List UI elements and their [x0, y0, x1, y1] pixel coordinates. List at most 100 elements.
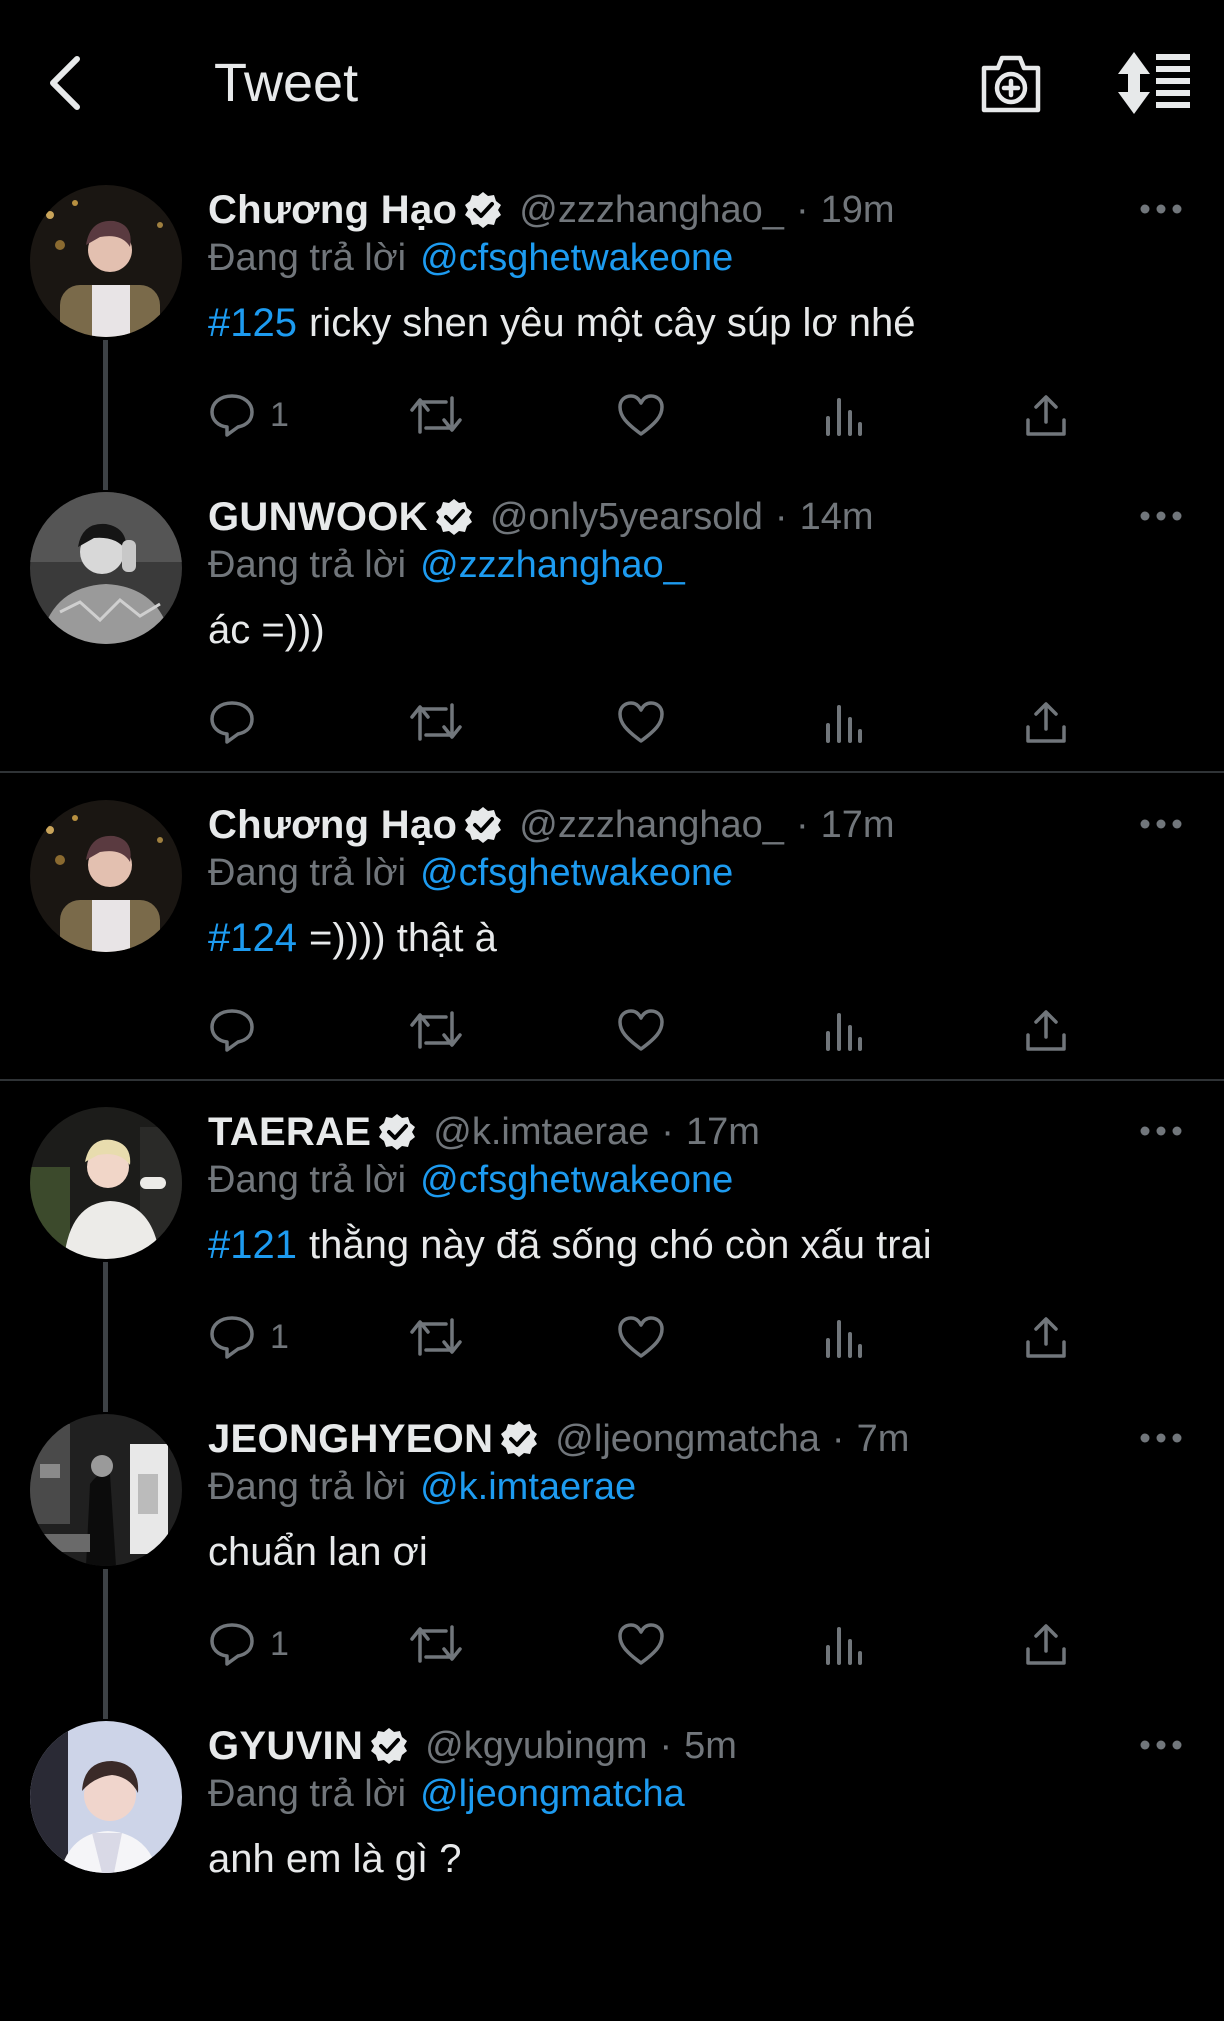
- more-button[interactable]: [1136, 189, 1186, 229]
- avatar[interactable]: [30, 1721, 182, 1873]
- back-button[interactable]: [40, 48, 90, 118]
- timestamp[interactable]: 17m: [686, 1111, 760, 1154]
- timestamp[interactable]: 14m: [800, 496, 874, 539]
- reply-button[interactable]: 1: [208, 385, 289, 445]
- tweet[interactable]: JEONGHYEON @ljeongmatcha · 7m Đang trả l…: [0, 1414, 1224, 1714]
- display-name[interactable]: TAERAE: [208, 1110, 371, 1155]
- reply-count: 1: [270, 1624, 289, 1663]
- reply-to-link[interactable]: @ljeongmatcha: [420, 1773, 685, 1816]
- views-button[interactable]: [822, 1307, 866, 1367]
- avatar[interactable]: [30, 1107, 182, 1259]
- tweet-text: ác =))): [208, 607, 325, 652]
- timestamp[interactable]: 5m: [684, 1725, 737, 1768]
- user-handle[interactable]: @k.imtaerae: [433, 1111, 649, 1154]
- tweet-text: =)))) thật à: [308, 915, 497, 960]
- user-handle[interactable]: @ljeongmatcha: [555, 1418, 820, 1461]
- display-name[interactable]: Chương Hạo: [208, 803, 457, 848]
- more-button[interactable]: [1136, 1725, 1186, 1765]
- share-button[interactable]: [1024, 692, 1068, 752]
- tweet[interactable]: Chương Hạo @zzzhanghao_ · 19m Đang trả l…: [0, 185, 1224, 485]
- reply-to-link[interactable]: @k.imtaerae: [420, 1466, 636, 1509]
- like-button[interactable]: [616, 692, 666, 752]
- verified-badge-icon: [465, 807, 502, 843]
- separator-dot: ·: [774, 495, 788, 538]
- sort-button[interactable]: [1114, 50, 1192, 116]
- retweet-button[interactable]: [408, 385, 464, 445]
- verified-badge-icon: [501, 1421, 538, 1457]
- views-icon: [822, 1621, 866, 1667]
- share-button[interactable]: [1024, 385, 1068, 445]
- reply-to-link[interactable]: @cfsghetwakeone: [420, 1159, 733, 1202]
- user-handle[interactable]: @kgyubingm: [425, 1725, 647, 1768]
- heart-icon: [616, 392, 666, 438]
- tweet[interactable]: TAERAE @k.imtaerae · 17m Đang trả lời @c…: [0, 1107, 1224, 1407]
- retweet-button[interactable]: [408, 1000, 464, 1060]
- tweet[interactable]: GYUVIN @kgyubingm · 5m Đang trả lời @lje…: [0, 1721, 1224, 2021]
- user-handle[interactable]: @zzzhanghao_: [519, 189, 784, 232]
- views-button[interactable]: [822, 1000, 866, 1060]
- display-name[interactable]: JEONGHYEON: [208, 1417, 493, 1462]
- hashtag-link[interactable]: #121: [208, 1223, 297, 1268]
- retweet-icon: [408, 1621, 464, 1667]
- user-handle[interactable]: @only5yearsold: [490, 496, 763, 539]
- views-icon: [822, 1007, 866, 1053]
- reply-button[interactable]: 1: [208, 1307, 289, 1367]
- tweet[interactable]: GUNWOOK @only5yearsold · 14m Đang trả lờ…: [0, 492, 1224, 773]
- retweet-button[interactable]: [408, 1307, 464, 1367]
- hashtag-link[interactable]: #125: [208, 301, 297, 346]
- timestamp[interactable]: 7m: [857, 1418, 910, 1461]
- avatar[interactable]: [30, 492, 182, 644]
- reply-to-link[interactable]: @cfsghetwakeone: [420, 237, 733, 280]
- tweet-header: Chương Hạo @zzzhanghao_ · 19m: [208, 185, 895, 235]
- timestamp[interactable]: 19m: [821, 189, 895, 232]
- share-button[interactable]: [1024, 1614, 1068, 1674]
- more-dots-icon: [1136, 1740, 1186, 1769]
- avatar[interactable]: [30, 800, 182, 952]
- views-button[interactable]: [822, 385, 866, 445]
- share-icon: [1024, 699, 1068, 745]
- reply-to-link[interactable]: @zzzhanghao_: [420, 544, 685, 587]
- views-button[interactable]: [822, 692, 866, 752]
- reply-button[interactable]: [208, 692, 256, 752]
- tweet-header: Chương Hạo @zzzhanghao_ · 17m: [208, 800, 895, 850]
- like-button[interactable]: [616, 1307, 666, 1367]
- heart-icon: [616, 1621, 666, 1667]
- tweet[interactable]: Chương Hạo @zzzhanghao_ · 17m Đang trả l…: [0, 800, 1224, 1081]
- camera-plus-icon: [981, 55, 1041, 113]
- reply-button[interactable]: [208, 1000, 256, 1060]
- share-icon: [1024, 1621, 1068, 1667]
- avatar[interactable]: [30, 1414, 182, 1566]
- camera-button[interactable]: [978, 50, 1044, 116]
- reply-context: Đang trả lời @k.imtaerae: [208, 1462, 636, 1512]
- reply-prefix: Đang trả lời: [208, 1465, 407, 1508]
- avatar[interactable]: [30, 185, 182, 337]
- more-button[interactable]: [1136, 496, 1186, 536]
- reply-prefix: Đang trả lời: [208, 543, 407, 586]
- reply-to-link[interactable]: @cfsghetwakeone: [420, 852, 733, 895]
- display-name[interactable]: Chương Hạo: [208, 188, 457, 233]
- separator-dot: ·: [795, 803, 809, 846]
- reply-button[interactable]: 1: [208, 1614, 289, 1674]
- like-button[interactable]: [616, 1614, 666, 1674]
- timestamp[interactable]: 17m: [821, 804, 895, 847]
- reply-prefix: Đang trả lời: [208, 1158, 407, 1201]
- share-button[interactable]: [1024, 1000, 1068, 1060]
- tweet-header: GYUVIN @kgyubingm · 5m: [208, 1721, 737, 1771]
- views-button[interactable]: [822, 1614, 866, 1674]
- more-button[interactable]: [1136, 1418, 1186, 1458]
- display-name[interactable]: GYUVIN: [208, 1724, 363, 1769]
- like-button[interactable]: [616, 1000, 666, 1060]
- more-button[interactable]: [1136, 804, 1186, 844]
- share-button[interactable]: [1024, 1307, 1068, 1367]
- tweet-text: anh em là gì ?: [208, 1836, 462, 1881]
- retweet-button[interactable]: [408, 1614, 464, 1674]
- like-button[interactable]: [616, 385, 666, 445]
- share-icon: [1024, 1314, 1068, 1360]
- more-button[interactable]: [1136, 1111, 1186, 1151]
- display-name[interactable]: GUNWOOK: [208, 495, 428, 540]
- retweet-button[interactable]: [408, 692, 464, 752]
- sort-icon: [1118, 52, 1190, 114]
- hashtag-link[interactable]: #124: [208, 916, 297, 961]
- user-handle[interactable]: @zzzhanghao_: [519, 804, 784, 847]
- reply-context: Đang trả lời @cfsghetwakeone: [208, 1155, 733, 1205]
